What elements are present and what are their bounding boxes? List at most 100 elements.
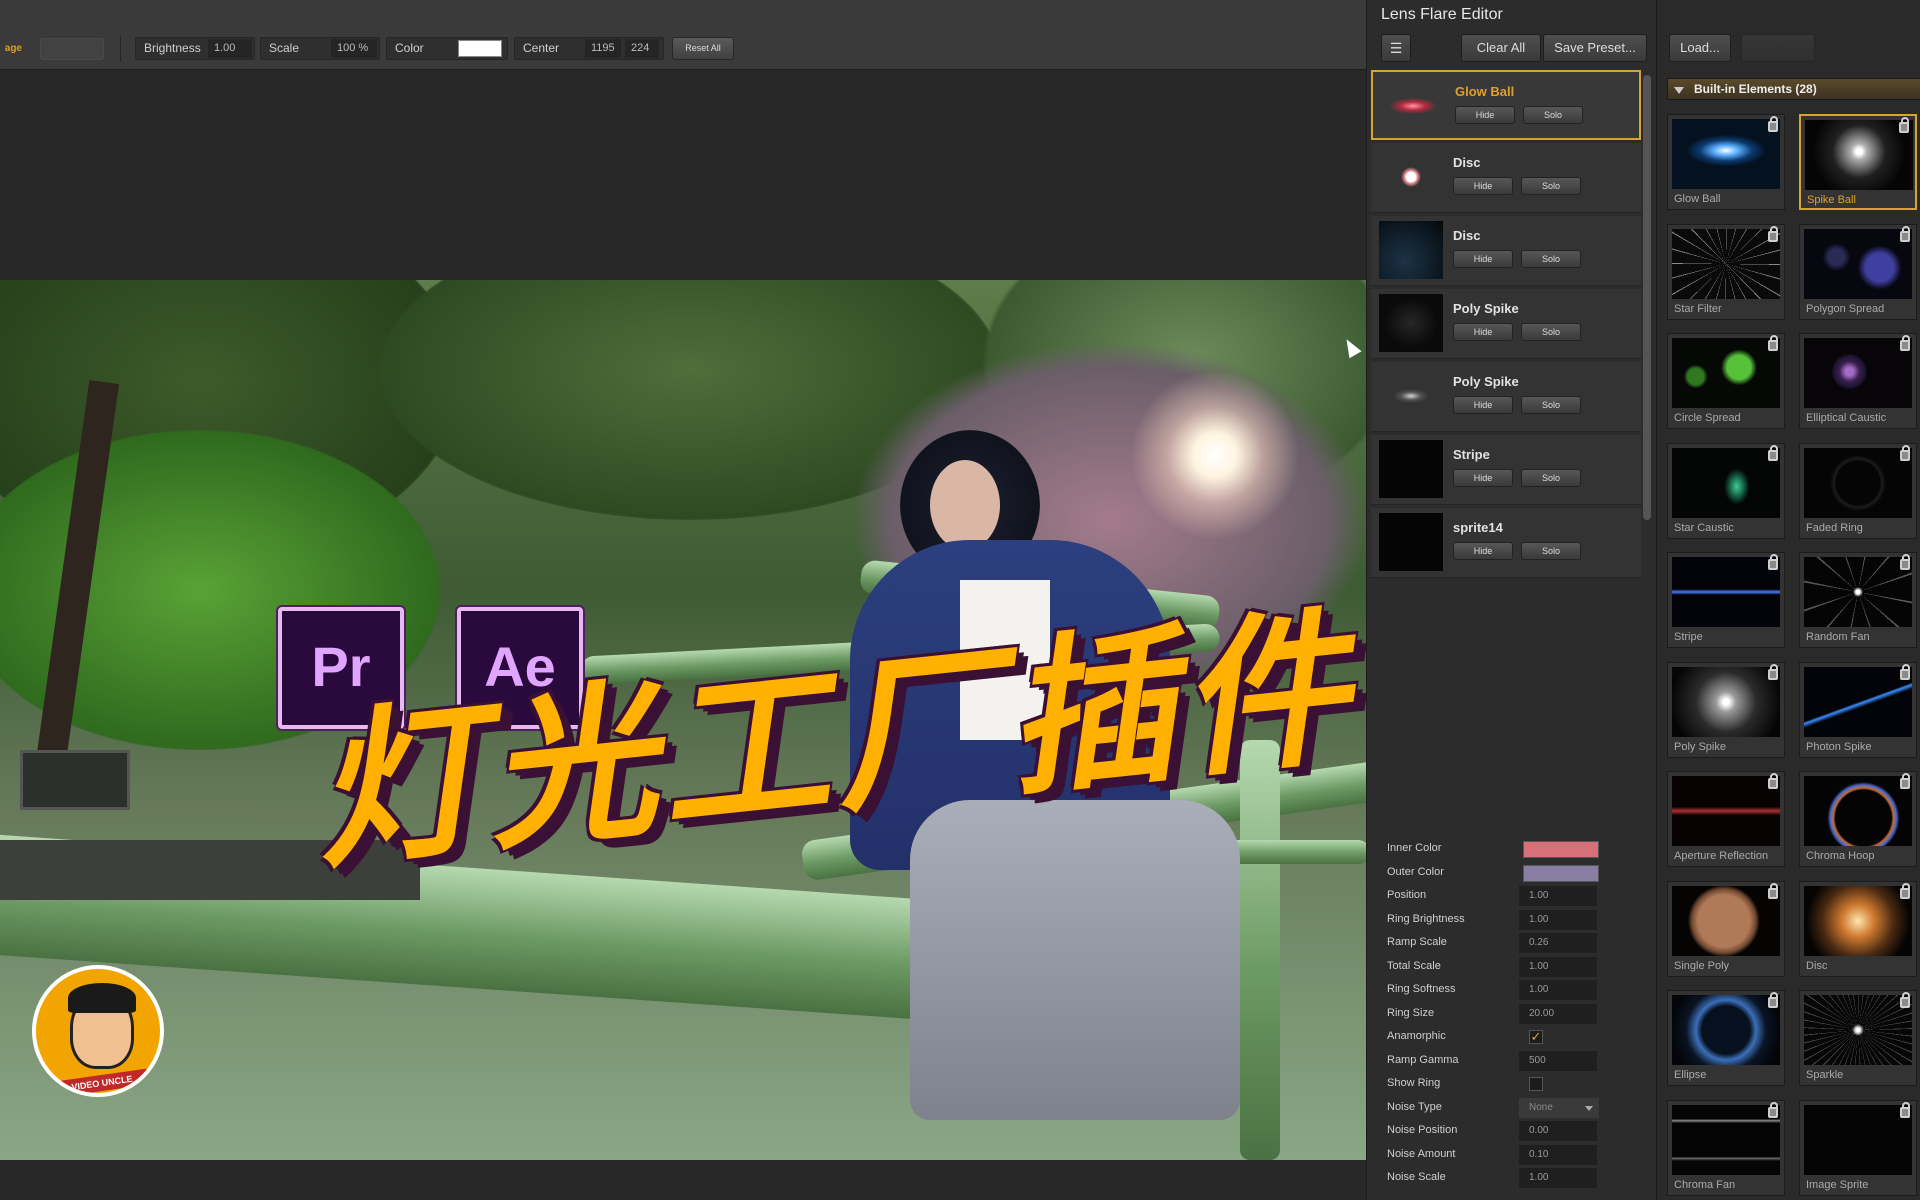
property-checkbox[interactable]: ✓ (1529, 1030, 1543, 1044)
library-tile[interactable]: Single Poly (1667, 880, 1785, 977)
library-tile[interactable]: Random Fan (1799, 552, 1917, 648)
center-y-value[interactable]: 224 (625, 39, 659, 58)
property-value-input[interactable]: 1.00 (1519, 909, 1597, 930)
library-tile[interactable]: Sparkle (1799, 990, 1917, 1086)
element-preview (1672, 995, 1780, 1065)
element-preview (1672, 776, 1780, 846)
reset-all-button[interactable]: Reset All (672, 37, 734, 60)
property-label: Noise Type (1387, 1100, 1442, 1113)
library-tile-label: Aperture Reflection (1674, 850, 1769, 862)
property-value-input[interactable]: 1.00 (1519, 1168, 1597, 1188)
center-x-value[interactable]: 1195 (585, 39, 621, 58)
property-value-input[interactable]: 1.00 (1519, 956, 1597, 977)
element-row[interactable]: Disc Hide Solo (1371, 143, 1641, 213)
element-preview (1804, 885, 1912, 956)
library-tile[interactable]: Ellipse (1667, 990, 1785, 1086)
property-value-input[interactable]: 0.26 (1519, 933, 1597, 953)
library-tile[interactable]: Disc (1799, 880, 1917, 977)
stone-lantern (20, 750, 130, 810)
element-preview (1672, 557, 1780, 627)
element-row[interactable]: Disc Hide Solo (1371, 216, 1641, 286)
hide-button[interactable]: Hide (1453, 250, 1513, 268)
property-value-input[interactable]: 0.10 (1519, 1144, 1597, 1165)
property-value-input[interactable]: 500 (1519, 1050, 1597, 1071)
save-preset-button[interactable]: Save Preset... (1543, 34, 1647, 62)
property-checkbox[interactable] (1529, 1077, 1543, 1091)
hide-button[interactable]: Hide (1455, 106, 1515, 124)
property-row: Outer Color (1381, 862, 1643, 884)
library-tile[interactable]: Spike Ball (1799, 114, 1917, 210)
property-dropdown[interactable]: None (1519, 1097, 1599, 1118)
brightness-value[interactable]: 1.00 (208, 39, 252, 58)
property-label: Anamorphic (1387, 1030, 1446, 1042)
tab-image[interactable]: age (0, 38, 26, 60)
library-tile[interactable]: Poly Spike (1667, 661, 1785, 758)
clear-all-button[interactable]: Clear All (1461, 34, 1541, 62)
hide-button[interactable]: Hide (1453, 323, 1513, 341)
property-value-input[interactable]: 20.00 (1519, 1003, 1597, 1024)
property-label: Ring Brightness (1387, 912, 1465, 925)
library-header[interactable]: Built-in Elements (28) (1667, 78, 1920, 100)
hide-button[interactable]: Hide (1453, 396, 1513, 414)
library-tile[interactable]: Chroma Hoop (1799, 771, 1917, 867)
element-row[interactable]: Poly Spike Hide Solo (1371, 362, 1641, 432)
property-value-input[interactable]: 0.00 (1519, 1121, 1597, 1141)
list-scrollbar[interactable] (1643, 75, 1651, 520)
hide-button[interactable]: Hide (1453, 542, 1513, 560)
scale-field[interactable]: Scale 100 % (260, 37, 380, 60)
solo-button[interactable]: Solo (1521, 250, 1581, 268)
element-name: Poly Spike (1453, 301, 1519, 316)
solo-button[interactable]: Solo (1521, 177, 1581, 195)
collapse-triangle-icon[interactable] (1674, 87, 1684, 94)
menu-button[interactable]: ☰ (1381, 34, 1411, 62)
property-value-input[interactable]: 1.00 (1519, 980, 1597, 1000)
element-row[interactable]: sprite14 Hide Solo (1371, 508, 1641, 578)
solo-button[interactable]: Solo (1521, 542, 1581, 560)
lock-icon (1768, 225, 1778, 242)
property-label: Ring Softness (1387, 983, 1456, 995)
element-row[interactable]: Poly Spike Hide Solo (1371, 289, 1641, 359)
brightness-field[interactable]: Brightness 1.00 (135, 37, 255, 60)
center-field[interactable]: Center 1195 224 (514, 37, 664, 60)
solo-button[interactable]: Solo (1521, 323, 1581, 341)
library-tile[interactable]: Stripe (1667, 552, 1785, 648)
library-tile[interactable]: Star Filter (1667, 223, 1785, 320)
element-preview (1672, 666, 1780, 737)
library-tile[interactable]: Aperture Reflection (1667, 771, 1785, 867)
lens-flare-glow (1130, 370, 1300, 540)
load-button[interactable]: Load... (1669, 34, 1731, 62)
element-row[interactable]: Glow Ball Hide Solo (1371, 70, 1641, 140)
library-tile[interactable]: Photon Spike (1799, 661, 1917, 758)
color-swatch[interactable] (1523, 841, 1599, 858)
solo-button[interactable]: Solo (1521, 469, 1581, 487)
color-field[interactable]: Color (386, 37, 508, 60)
lock-icon (1768, 116, 1778, 132)
solo-button[interactable]: Solo (1523, 106, 1583, 124)
library-tile[interactable]: Chroma Fan (1667, 1099, 1785, 1196)
flare-elements-list[interactable]: Glow Ball Hide Solo Disc Hide Solo Disc Hide Sol… (1371, 70, 1647, 760)
library-tile[interactable]: Image Sprite (1799, 1099, 1917, 1196)
property-label: Inner Color (1387, 842, 1442, 854)
element-preview (1672, 885, 1780, 956)
property-row: Ring Size 20.00 (1381, 1003, 1643, 1025)
lock-icon (1768, 335, 1778, 351)
scale-value[interactable]: 100 % (331, 39, 377, 58)
hide-button[interactable]: Hide (1453, 177, 1513, 195)
color-swatch[interactable] (1523, 864, 1599, 882)
element-row[interactable]: Stripe Hide Solo (1371, 435, 1641, 505)
library-tile[interactable]: Elliptical Caustic (1799, 333, 1917, 429)
library-tile[interactable]: Glow Ball (1667, 114, 1785, 210)
solo-button[interactable]: Solo (1521, 396, 1581, 414)
property-row: Noise Type None (1381, 1097, 1643, 1119)
library-tile[interactable]: Star Caustic (1667, 442, 1785, 539)
property-value-input[interactable]: 1.00 (1519, 886, 1597, 906)
preview-viewport[interactable]: Pr Ae 灯光工厂插件 VIDEO UNCLE (0, 70, 1366, 1200)
library-tile-label: Faded Ring (1806, 521, 1863, 534)
library-tile[interactable]: Faded Ring (1799, 442, 1917, 539)
tab-inactive[interactable] (40, 38, 104, 60)
library-tile[interactable]: Polygon Spread (1799, 223, 1917, 320)
library-tile[interactable]: Circle Spread (1667, 333, 1785, 429)
property-label: Ring Size (1387, 1006, 1435, 1019)
hide-button[interactable]: Hide (1453, 469, 1513, 487)
color-swatch[interactable] (458, 40, 502, 57)
